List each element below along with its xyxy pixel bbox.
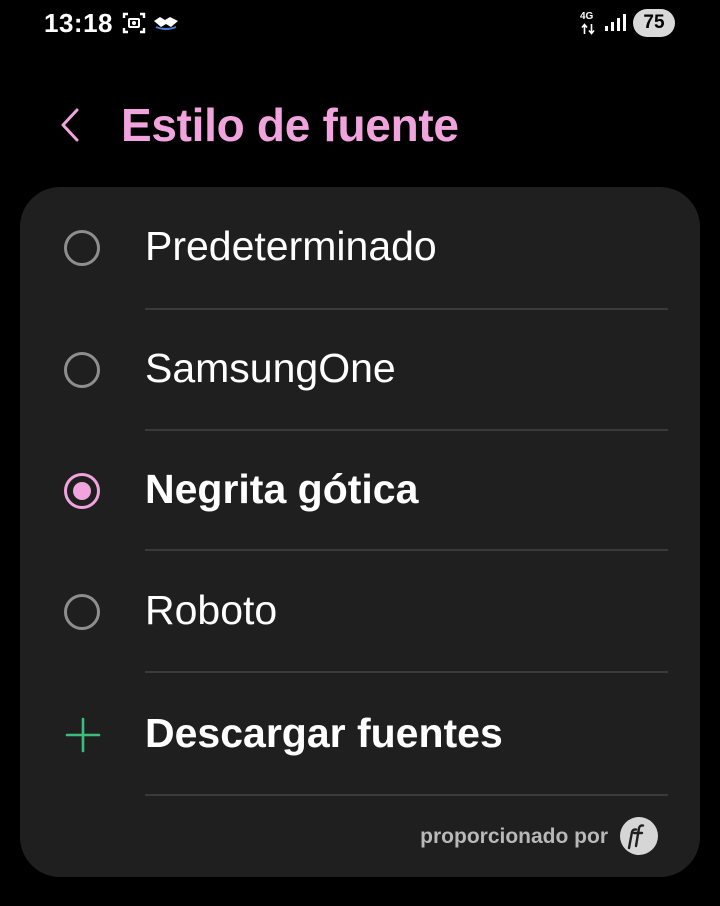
- font-option-samsungone[interactable]: SamsungOne: [20, 309, 700, 429]
- signal-strength-icon: [605, 14, 626, 31]
- network-type-label: 4G: [580, 11, 594, 22]
- provided-by-text: proporcionado por: [420, 825, 608, 848]
- data-arrows-icon: [581, 23, 595, 35]
- font-option-negrita-gotica[interactable]: Negrita gótica: [20, 430, 700, 550]
- radio-button[interactable]: [64, 594, 100, 630]
- font-option-predeterminado[interactable]: Predeterminado: [20, 187, 700, 307]
- download-fonts-label: Descargar fuentes: [145, 710, 503, 756]
- screenshot-icon: [122, 12, 146, 34]
- radio-button[interactable]: [64, 352, 100, 388]
- network-type-indicator: 4G: [580, 12, 598, 36]
- font-option-label: SamsungOne: [145, 345, 396, 391]
- font-option-label: Negrita gótica: [145, 466, 419, 512]
- radio-button-selected[interactable]: [64, 473, 100, 509]
- back-button[interactable]: [52, 100, 96, 150]
- download-fonts-button[interactable]: Descargar fuentes: [20, 672, 700, 792]
- plus-icon: [65, 717, 101, 753]
- battery-indicator: 75: [633, 9, 675, 37]
- status-bar: 13:18 4G 75: [0, 0, 720, 50]
- handshake-icon: [154, 17, 178, 30]
- battery-level: 75: [643, 12, 665, 33]
- font-option-label: Roboto: [145, 587, 278, 633]
- fontfabric-logo-icon: [620, 817, 658, 855]
- radio-button[interactable]: [64, 230, 100, 266]
- font-style-card: Predeterminado SamsungOne Negrita gótica…: [20, 187, 700, 877]
- status-time: 13:18: [44, 8, 113, 38]
- page-title: Estilo de fuente: [121, 99, 459, 151]
- font-option-label: Predeterminado: [145, 223, 437, 269]
- font-option-roboto[interactable]: Roboto: [20, 550, 700, 670]
- divider: [145, 794, 668, 796]
- chevron-left-icon: [61, 108, 79, 142]
